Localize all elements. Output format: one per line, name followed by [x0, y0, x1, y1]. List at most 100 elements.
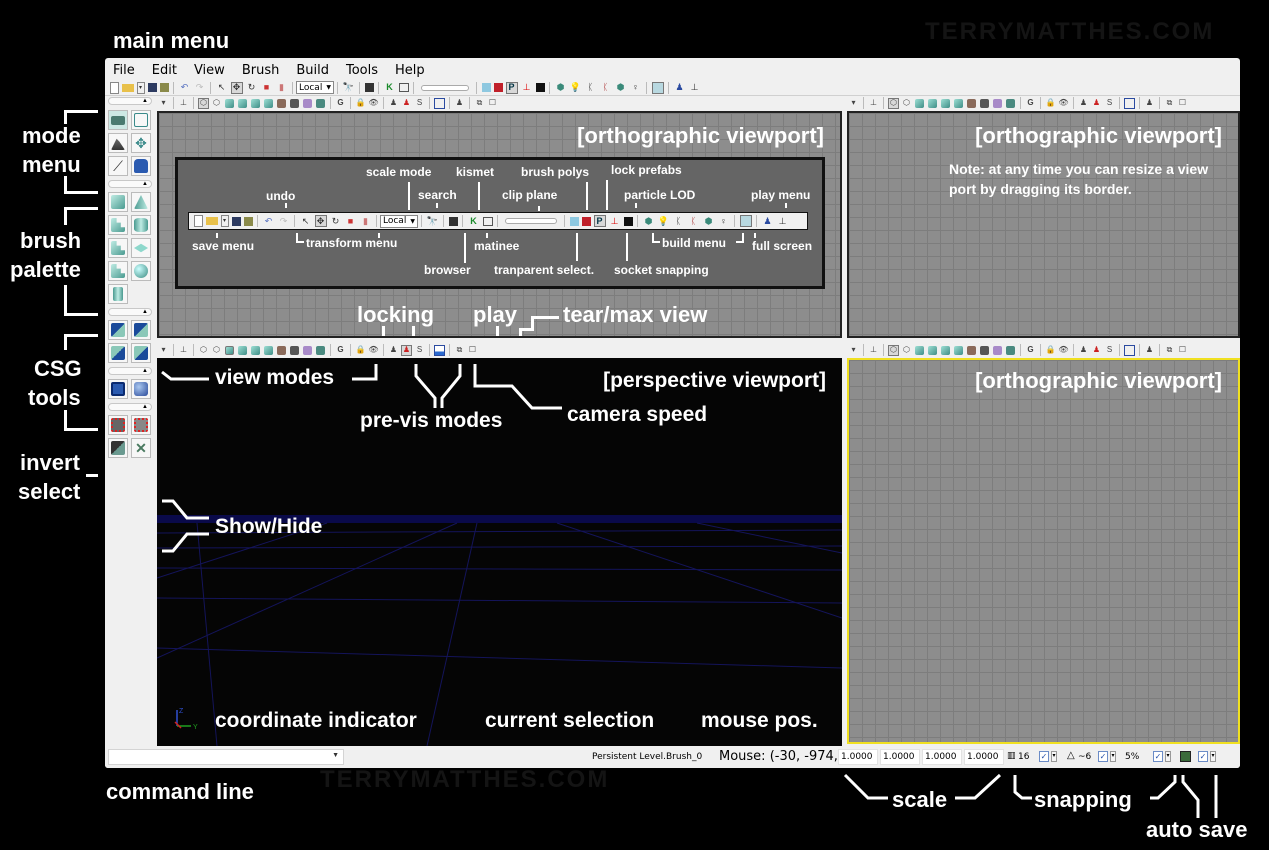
orthographic-viewport-top-left[interactable]: [orthographic viewport] scale mode kisme… — [157, 111, 842, 338]
terrain-mode-button[interactable] — [108, 133, 128, 153]
scale-snap-checkbox[interactable]: ✓ — [1153, 751, 1163, 762]
previs-game-view-icon[interactable]: ♟ — [388, 98, 399, 109]
viewport-options-dropdown-icon[interactable]: ▾ — [848, 345, 859, 356]
command-line-input[interactable]: ▼ — [108, 749, 344, 765]
csg-subtract-button[interactable] — [131, 320, 151, 340]
view-mode-lighting-only-icon[interactable] — [264, 98, 273, 108]
kismet-icon[interactable]: K — [384, 82, 396, 94]
save-menu-dropdown-icon[interactable]: ▾ — [136, 81, 145, 94]
maximize-viewport-icon[interactable]: ☐ — [487, 98, 498, 109]
view-mode-texture-density-icon[interactable] — [290, 98, 299, 108]
csg-collapse-toggle[interactable]: ▲ — [108, 308, 152, 316]
save-icon[interactable] — [147, 83, 157, 92]
viewport-type-icon[interactable]: ⊥ — [178, 345, 189, 356]
play-from-here-icon[interactable]: ♟ — [1144, 345, 1155, 356]
view-mode-wireframe-brush-icon[interactable]: ⬡ — [888, 97, 899, 109]
view-mode-lit-icon[interactable] — [238, 345, 247, 355]
view-mode-light-complexity-icon[interactable] — [967, 345, 976, 355]
previs-streaming-icon[interactable]: S — [1104, 98, 1115, 109]
save-all-icon[interactable] — [159, 83, 169, 92]
hide-selected-button[interactable] — [131, 415, 151, 435]
mesh-paint-mode-button[interactable] — [131, 156, 151, 176]
coord-space-select[interactable]: Local ▼ — [296, 81, 334, 94]
view-mode-unlit-icon[interactable] — [225, 345, 234, 355]
camera-speed-icon[interactable] — [434, 97, 445, 109]
view-mode-wireframe-icon[interactable]: ⬡ — [901, 98, 912, 109]
view-mode-lit-icon[interactable] — [928, 98, 937, 108]
grid-snap-checkbox[interactable]: ✓ — [1039, 751, 1049, 762]
lock-prefabs-icon[interactable]: P — [505, 81, 518, 94]
previs-game-view-icon[interactable]: ♟ — [1078, 345, 1089, 356]
view-mode-wireframe-icon[interactable]: ⬡ — [211, 345, 222, 356]
realtime-update-icon[interactable]: G — [335, 345, 346, 356]
rotate-icon[interactable]: ↻ — [246, 82, 258, 94]
tear-off-viewport-icon[interactable]: ⧉ — [474, 98, 485, 109]
view-mode-wireframe-brush-icon[interactable]: ⬡ — [198, 345, 209, 356]
scale-nonuniform-icon[interactable]: ▮ — [276, 82, 288, 94]
view-mode-shader-complexity-icon[interactable] — [993, 345, 1002, 355]
open-file-icon[interactable] — [121, 83, 134, 92]
view-mode-lightmap-density-icon[interactable] — [1006, 345, 1015, 355]
view-mode-unlit-icon[interactable] — [915, 98, 924, 108]
scale-y-field[interactable]: 1.0000 — [880, 749, 920, 765]
view-mode-light-complexity-icon[interactable] — [967, 98, 976, 108]
build-lighting-icon[interactable]: 💡 — [570, 82, 582, 94]
play-menu-icon[interactable]: ⊥ — [689, 82, 701, 94]
add-volume-button[interactable] — [108, 379, 128, 399]
showhide-collapse-toggle[interactable]: ▲ — [108, 403, 152, 411]
view-mode-detail-lighting-icon[interactable] — [941, 98, 950, 108]
lock-view-icon[interactable]: 🔒 — [1045, 98, 1056, 109]
camera-mode-button[interactable] — [108, 110, 128, 130]
view-mode-lit-icon[interactable] — [238, 98, 247, 108]
view-mode-lightmap-density-icon[interactable] — [316, 98, 325, 108]
lock-view-icon[interactable]: 🔒 — [355, 98, 366, 109]
autosave-checkbox[interactable]: ✓ — [1198, 751, 1208, 762]
scale-snap-dropdown[interactable]: ▾ — [1165, 751, 1171, 762]
view-mode-wireframe-brush-icon[interactable]: ⬡ — [888, 344, 899, 356]
maximize-viewport-icon[interactable]: ☐ — [1177, 98, 1188, 109]
build-paths-icon[interactable]: ᛕ — [585, 82, 597, 94]
view-mode-light-complexity-icon[interactable] — [277, 345, 286, 355]
maximize-viewport-icon[interactable]: ☐ — [1177, 345, 1188, 356]
show-all-button[interactable]: ✕ — [131, 438, 151, 458]
previs-streaming-icon[interactable]: S — [414, 98, 425, 109]
menu-tools[interactable]: Tools — [344, 63, 380, 78]
brush-polys-icon[interactable] — [493, 83, 503, 92]
previs-game-view-icon[interactable]: ♟ — [388, 345, 399, 356]
view-mode-shader-complexity-icon[interactable] — [993, 98, 1002, 108]
view-mode-texture-density-icon[interactable] — [290, 345, 299, 355]
view-mode-wireframe-brush-icon[interactable]: ⬡ — [198, 97, 209, 109]
view-mode-unlit-icon[interactable] — [225, 98, 234, 108]
select-arrow-icon[interactable]: ↖ — [216, 82, 228, 94]
view-mode-lighting-only-icon[interactable] — [954, 98, 963, 108]
scale-icon[interactable]: ■ — [261, 82, 273, 94]
previs-cinematic-icon[interactable]: ♟ — [401, 344, 412, 356]
viewport-type-icon[interactable]: ⊥ — [868, 345, 879, 356]
full-screen-icon[interactable] — [651, 81, 664, 94]
geometry-mode-button[interactable] — [131, 110, 151, 130]
menu-build[interactable]: Build — [294, 63, 331, 78]
move-mode-button[interactable]: ✥ — [131, 133, 151, 153]
view-mode-lightmap-density-icon[interactable] — [1006, 98, 1015, 108]
add-special-brush-button[interactable] — [131, 379, 151, 399]
lock-view-icon[interactable]: 🔒 — [1045, 345, 1056, 356]
view-mode-texture-density-icon[interactable] — [980, 345, 989, 355]
scale-z-field[interactable]: 1.0000 — [922, 749, 962, 765]
view-mode-lighting-only-icon[interactable] — [264, 345, 273, 355]
brush-cube-button[interactable] — [108, 192, 128, 212]
viewport-options-dropdown-icon[interactable]: ▾ — [158, 345, 169, 356]
camera-speed-icon[interactable] — [1124, 344, 1135, 356]
menu-help[interactable]: Help — [393, 63, 427, 78]
grid-snap-dropdown[interactable]: ▾ — [1051, 751, 1057, 762]
show-flags-eye-icon[interactable]: 👁 — [368, 345, 379, 356]
previs-streaming-icon[interactable]: S — [414, 345, 425, 356]
menu-view[interactable]: View — [192, 63, 227, 78]
brush-spiral-stair-button[interactable] — [108, 261, 128, 281]
viewport-options-dropdown-icon[interactable]: ▾ — [158, 98, 169, 109]
translate-icon[interactable]: ✥ — [230, 81, 243, 94]
view-mode-wireframe-icon[interactable]: ⬡ — [211, 98, 222, 109]
camera-speed-icon[interactable] — [1124, 97, 1135, 109]
view-mode-shader-complexity-icon[interactable] — [303, 345, 312, 355]
transparent-select-icon[interactable] — [481, 83, 491, 92]
menu-brush[interactable]: Brush — [240, 63, 282, 78]
